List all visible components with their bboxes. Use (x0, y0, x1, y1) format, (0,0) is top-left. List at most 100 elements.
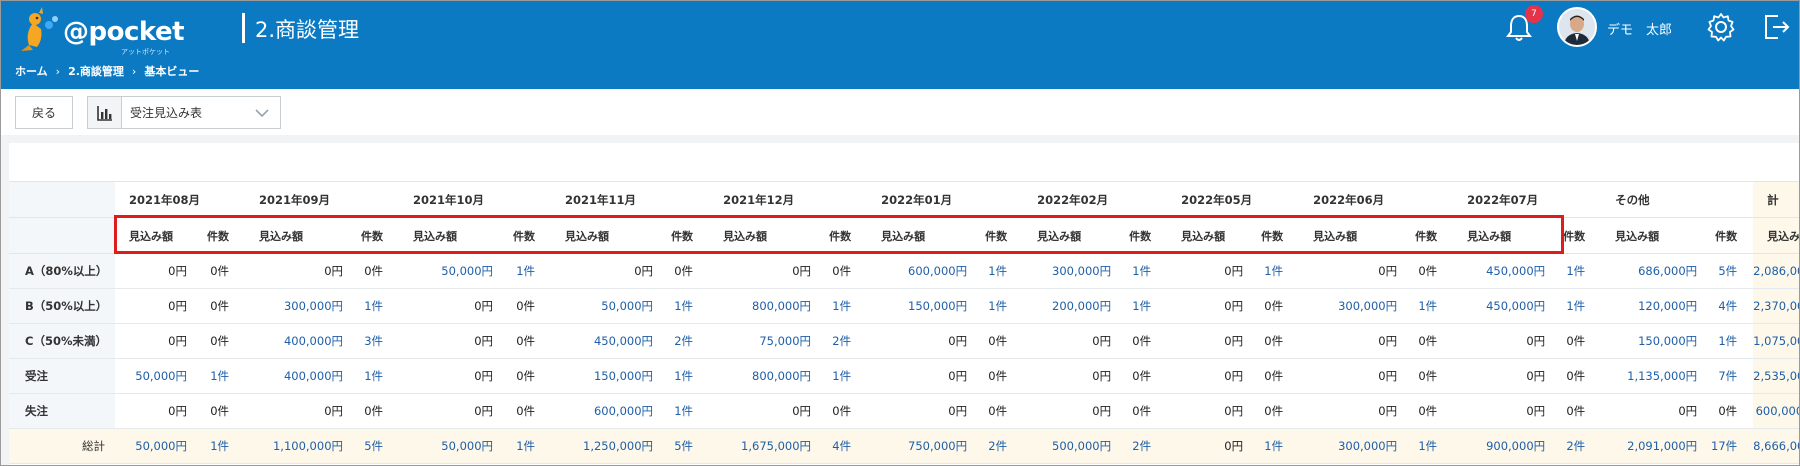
count-cell[interactable]: 1件 (501, 253, 552, 289)
breadcrumb-module[interactable]: 2.商談管理 (68, 63, 124, 79)
amount-cell[interactable]: 120,000円 (1601, 288, 1706, 324)
view-select-dropdown[interactable]: 受注見込み表 (87, 96, 281, 129)
count-cell[interactable]: 1件 (1705, 323, 1754, 359)
count-cell[interactable]: 1件 (975, 253, 1024, 289)
count-cell[interactable]: 1件 (195, 428, 246, 464)
count-cell[interactable]: 1件 (1119, 288, 1168, 324)
count-cell: 0件 (819, 253, 868, 289)
count-cell[interactable]: 7件 (1705, 358, 1754, 394)
amount-cell[interactable]: 1,100,000円 (245, 428, 352, 464)
amount-cell[interactable]: 300,000円 (1023, 253, 1120, 289)
count-cell[interactable]: 2件 (1553, 428, 1602, 464)
amount-cell[interactable]: 50,000円 (115, 358, 195, 394)
count-cell[interactable]: 1件 (661, 393, 710, 429)
amount-cell[interactable]: 1,135,000円 (1601, 358, 1706, 394)
count-cell[interactable]: 5件 (661, 428, 710, 464)
amount-cell[interactable]: 50,000円 (115, 428, 195, 464)
logout-icon[interactable] (1761, 11, 1791, 43)
gear-icon[interactable] (1705, 11, 1737, 43)
amount-cell[interactable]: 1,250,000円 (551, 428, 662, 464)
count-subheader: 件数 (975, 217, 1024, 254)
back-button[interactable]: 戻る (15, 96, 73, 129)
amount-cell: 0円 (1453, 393, 1554, 429)
count-cell[interactable]: 1件 (1553, 288, 1602, 324)
amount-cell[interactable]: 800,000円 (709, 358, 820, 394)
amount-cell[interactable]: 300,000円 (1299, 288, 1406, 324)
count-subheader: 件数 (195, 217, 246, 254)
total-cell[interactable]: 2,535,000 (1753, 358, 1799, 394)
count-cell[interactable]: 1件 (1251, 428, 1300, 464)
amount-cell[interactable]: 300,000円 (1299, 428, 1406, 464)
amount-cell[interactable]: 2,091,000円 (1601, 428, 1706, 464)
count-cell[interactable]: 4件 (819, 428, 868, 464)
count-cell: 0件 (1251, 393, 1300, 429)
user-avatar[interactable] (1557, 7, 1597, 47)
count-cell[interactable]: 1件 (661, 358, 710, 394)
amount-cell[interactable]: 600,000円 (551, 393, 662, 429)
total-cell[interactable]: 8,666,000 (1753, 428, 1799, 464)
amount-cell[interactable]: 400,000円 (245, 358, 352, 394)
count-cell[interactable]: 1件 (1405, 428, 1454, 464)
amount-cell[interactable]: 800,000円 (709, 288, 820, 324)
amount-cell[interactable]: 300,000円 (245, 288, 352, 324)
count-cell[interactable]: 2件 (819, 323, 868, 359)
amount-cell: 0円 (245, 253, 352, 289)
count-cell[interactable]: 1件 (661, 288, 710, 324)
count-cell[interactable]: 1件 (195, 358, 246, 394)
amount-cell: 0円 (1299, 253, 1406, 289)
amount-cell[interactable]: 686,000円 (1601, 253, 1706, 289)
total-cell[interactable]: 600,000 (1753, 393, 1799, 429)
count-cell[interactable]: 1件 (1405, 288, 1454, 324)
amount-cell[interactable]: 450,000円 (1453, 288, 1554, 324)
count-cell[interactable]: 2件 (975, 428, 1024, 464)
count-cell[interactable]: 1件 (819, 288, 868, 324)
count-cell[interactable]: 1件 (501, 428, 552, 464)
amount-cell[interactable]: 900,000円 (1453, 428, 1554, 464)
logo-subtext: アットポケット (121, 48, 170, 56)
app-logo[interactable]: @pocket アットポケット (15, 5, 185, 56)
count-cell[interactable]: 2件 (661, 323, 710, 359)
page-title: 2.商談管理 (255, 18, 360, 42)
count-cell[interactable]: 17件 (1705, 428, 1754, 464)
count-cell[interactable]: 3件 (351, 323, 400, 359)
count-cell[interactable]: 5件 (1705, 253, 1754, 289)
amount-cell[interactable]: 50,000円 (551, 288, 662, 324)
amount-cell[interactable]: 75,000円 (709, 323, 820, 359)
total-cell[interactable]: 2,086,000 (1753, 253, 1799, 289)
count-cell[interactable]: 1件 (1251, 253, 1300, 289)
total-cell[interactable]: 2,370,000 (1753, 288, 1799, 324)
amount-cell: 0円 (1167, 253, 1252, 289)
amount-cell[interactable]: 600,000円 (867, 253, 976, 289)
amount-cell[interactable]: 50,000円 (399, 428, 502, 464)
count-cell: 0件 (1705, 393, 1754, 429)
count-cell[interactable]: 4件 (1705, 288, 1754, 324)
amount-cell[interactable]: 200,000円 (1023, 288, 1120, 324)
breadcrumb-home[interactable]: ホーム (15, 63, 48, 79)
amount-cell[interactable]: 500,000円 (1023, 428, 1120, 464)
count-cell[interactable]: 1件 (351, 358, 400, 394)
amount-cell[interactable]: 150,000円 (867, 288, 976, 324)
user-name[interactable]: デモ 太郎 (1607, 19, 1672, 38)
amount-cell[interactable]: 400,000円 (245, 323, 352, 359)
amount-cell[interactable]: 450,000円 (1453, 253, 1554, 289)
amount-cell[interactable]: 150,000円 (1601, 323, 1706, 359)
amount-cell[interactable]: 50,000円 (399, 253, 502, 289)
total-cell[interactable]: 1,075,000 (1753, 323, 1799, 359)
count-cell[interactable]: 1件 (819, 358, 868, 394)
count-cell[interactable]: 1件 (1119, 253, 1168, 289)
count-cell[interactable]: 1件 (975, 288, 1024, 324)
count-cell[interactable]: 5件 (351, 428, 400, 464)
amount-cell[interactable]: 1,675,000円 (709, 428, 820, 464)
amount-cell: 0円 (1299, 393, 1406, 429)
count-cell: 0件 (195, 393, 246, 429)
amount-cell[interactable]: 150,000円 (551, 358, 662, 394)
total-header: 計 (1753, 181, 1799, 218)
count-cell[interactable]: 1件 (1553, 253, 1602, 289)
count-cell[interactable]: 1件 (351, 288, 400, 324)
count-cell: 0件 (661, 253, 710, 289)
header-stub (9, 217, 115, 254)
amount-cell[interactable]: 450,000円 (551, 323, 662, 359)
count-subheader: 件数 (501, 217, 552, 254)
count-cell[interactable]: 2件 (1119, 428, 1168, 464)
amount-cell[interactable]: 750,000円 (867, 428, 976, 464)
